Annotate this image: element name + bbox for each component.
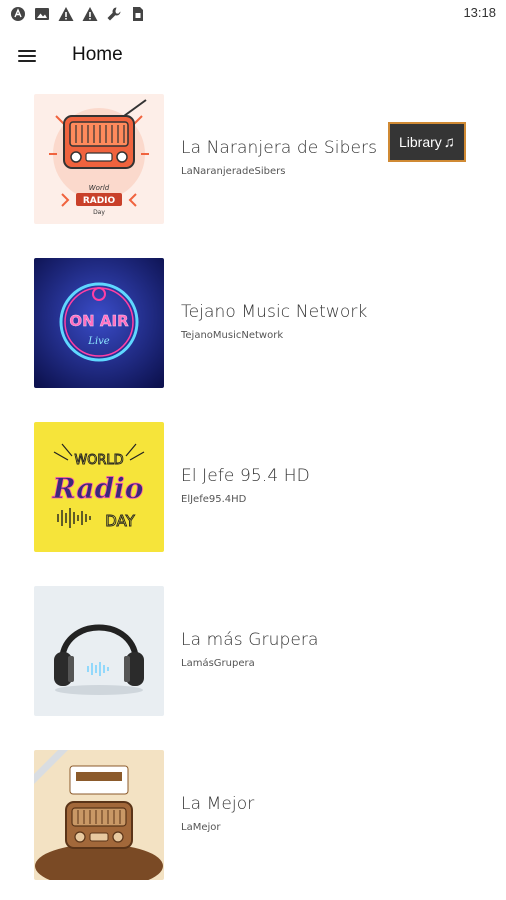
station-subtitle: TejanoMusicNetwork — [181, 330, 284, 341]
page-title: Home — [72, 44, 123, 65]
thumb-world-text: WORLD — [74, 453, 123, 468]
list-item[interactable]: ON AIR Live Tejano Music Network TejanoM… — [0, 256, 506, 392]
station-title: La más Grupera — [181, 630, 319, 650]
station-thumbnail — [34, 586, 164, 716]
station-title: La Naranjera de Sibers — [181, 138, 378, 158]
status-icons — [10, 6, 146, 22]
thumb-radio-text: Radio — [52, 472, 144, 505]
station-title: El Jefe 95.4 HD — [181, 466, 310, 486]
station-subtitle: ElJefe95.4HD — [181, 494, 247, 505]
image-icon — [35, 8, 49, 20]
music-note-icon: ♫ — [443, 133, 456, 151]
station-title: Tejano Music Network — [181, 302, 368, 322]
thumb-live-text: Live — [87, 336, 109, 347]
station-thumbnail — [34, 750, 164, 880]
hamburger-menu-icon[interactable] — [14, 44, 42, 68]
station-thumbnail: World RADIO Day — [34, 94, 164, 224]
station-subtitle: LaNaranjeradeSibers — [181, 166, 286, 177]
status-bar: 13:18 — [0, 0, 506, 28]
sim-icon — [133, 7, 143, 21]
station-subtitle: LaMejor — [181, 822, 221, 833]
app-bar: Home — [0, 28, 506, 84]
list-item[interactable]: La Mejor LaMejor — [0, 748, 506, 884]
station-title: La Mejor — [181, 794, 255, 814]
station-thumbnail: WORLD Radio DAY — [34, 422, 164, 552]
station-thumbnail: ON AIR Live — [34, 258, 164, 388]
library-button-label: Library — [398, 134, 442, 150]
thumb-day-text: DAY — [105, 512, 135, 530]
wrench-icon — [107, 7, 121, 21]
list-item[interactable]: WORLD Radio DAY El Jefe 95.4 HD ElJefe95… — [0, 420, 506, 556]
android-icon — [11, 7, 25, 21]
library-button[interactable]: Library ♫ — [388, 122, 466, 162]
list-item[interactable]: La más Grupera LamásGrupera — [0, 584, 506, 720]
thumb-radio-text: RADIO — [83, 196, 116, 206]
warning-icon — [58, 7, 74, 21]
thumb-on-air-text: ON AIR — [69, 312, 129, 330]
thumb-day-text: Day — [93, 209, 105, 216]
thumb-world-text: World — [89, 184, 110, 192]
status-time: 13:18 — [463, 5, 496, 20]
warning-icon — [82, 7, 98, 21]
station-subtitle: LamásGrupera — [181, 658, 255, 669]
